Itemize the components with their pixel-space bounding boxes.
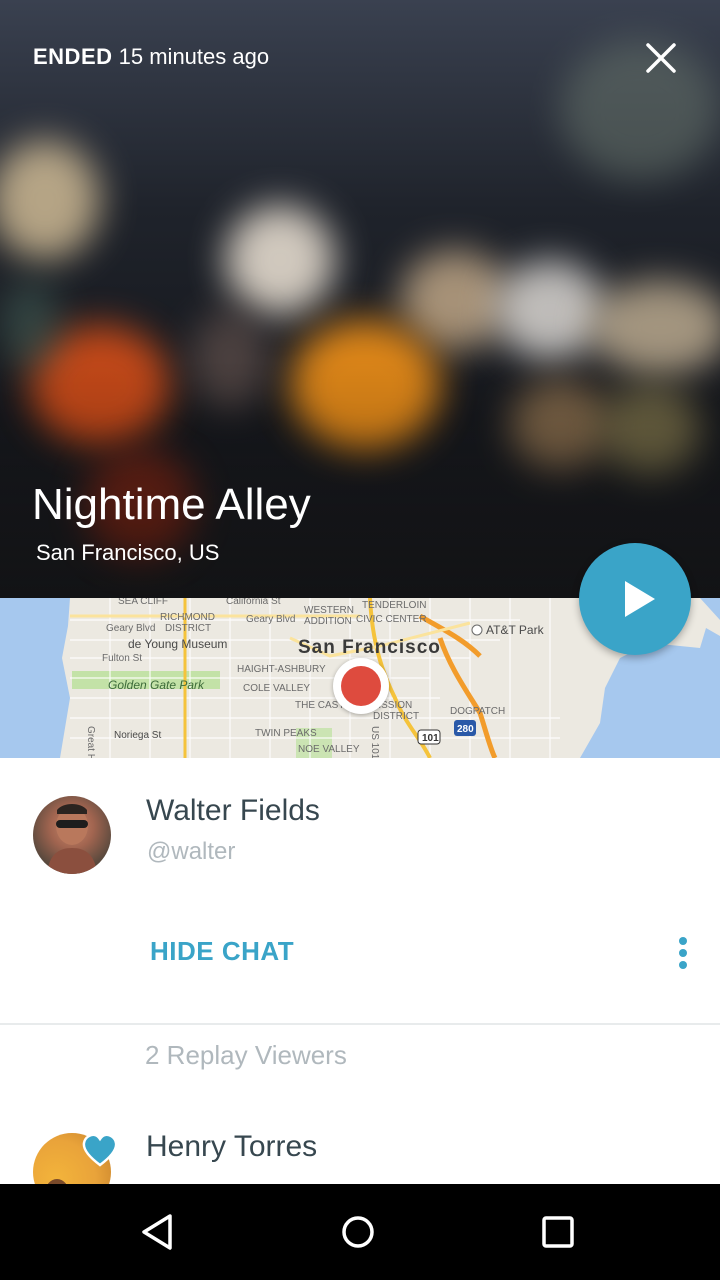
status-label: ENDED	[33, 44, 113, 69]
broadcast-title: Nightime Alley	[32, 480, 311, 529]
bokeh-light	[0, 280, 60, 370]
home-icon	[342, 1216, 374, 1248]
map-label-tenderloin: TENDERLOIN	[362, 600, 426, 611]
location-pin	[333, 658, 389, 714]
map-label-fulton: Fulton St	[102, 653, 142, 664]
close-button[interactable]	[636, 33, 686, 83]
back-icon	[142, 1214, 172, 1250]
map-label-cole: COLE VALLEY	[243, 683, 310, 694]
shield-101: 101	[417, 729, 441, 745]
broadcaster-handle: @walter	[147, 838, 236, 865]
close-icon	[646, 43, 676, 73]
nav-recents-button[interactable]	[510, 1184, 606, 1280]
map-label-noriega: Noriega St	[114, 730, 161, 741]
divider	[0, 1023, 720, 1025]
recents-icon	[542, 1216, 574, 1248]
broadcast-status: ENDED 15 minutes ago	[33, 44, 269, 70]
bokeh-light	[0, 140, 100, 260]
more-vertical-icon	[670, 937, 696, 969]
replay-viewers-count: 2 Replay Viewers	[145, 1040, 347, 1070]
hide-chat-button[interactable]: HIDE CHAT	[150, 936, 294, 967]
more-options-button[interactable]	[670, 934, 696, 972]
broadcaster-avatar[interactable]	[33, 796, 111, 874]
svg-text:101: 101	[422, 733, 439, 744]
play-icon	[625, 581, 655, 617]
map-label-ggpark: Golden Gate Park	[108, 678, 205, 692]
play-replay-button[interactable]	[579, 543, 691, 655]
bokeh-light	[495, 260, 605, 360]
broadcaster-name: Walter Fields	[146, 794, 320, 827]
map-label-district: DISTRICT	[165, 623, 211, 634]
bokeh-light	[400, 250, 510, 350]
map-label-california: California St	[226, 598, 281, 607]
map-label-haight: HAIGHT-ASHBURY	[237, 664, 326, 675]
map-label-att: AT&T Park	[486, 623, 545, 637]
map-label-dogpatch: DOGPATCH	[450, 706, 505, 717]
map-label-us101: US 101	[369, 726, 380, 758]
att-park-marker	[471, 624, 483, 636]
map-label-young: de Young Museum	[128, 637, 227, 651]
map-label-addition: ADDITION	[304, 616, 352, 627]
heart-icon	[82, 1133, 118, 1167]
map-label-richmond: RICHMOND	[160, 612, 215, 623]
shield-280: 280	[454, 720, 476, 736]
system-navigation-bar	[0, 1184, 720, 1280]
map-label-sf: San Francisco	[298, 637, 441, 658]
map-label-noe: NOE VALLEY	[298, 744, 360, 755]
broadcast-location: San Francisco, US	[36, 540, 220, 565]
map-label-mission-district: DISTRICT	[373, 711, 419, 722]
map-label-twin: TWIN PEAKS	[255, 728, 317, 739]
map-label-civic: CIVIC CENTER	[356, 614, 427, 625]
nav-back-button[interactable]	[110, 1184, 206, 1280]
status-time: 15 minutes ago	[118, 44, 270, 69]
nav-home-button[interactable]	[310, 1184, 406, 1280]
viewer-name: Henry Torres	[146, 1130, 318, 1163]
map-label-sea-cliff: SEA CLIFF	[118, 598, 168, 607]
map-label-great: Great H	[85, 726, 96, 758]
map-label-geary-1: Geary Blvd	[106, 623, 155, 634]
map-label-geary-2: Geary Blvd	[246, 614, 295, 625]
svg-text:280: 280	[457, 724, 474, 735]
bokeh-light	[225, 205, 335, 315]
map-label-western: WESTERN	[304, 605, 354, 616]
